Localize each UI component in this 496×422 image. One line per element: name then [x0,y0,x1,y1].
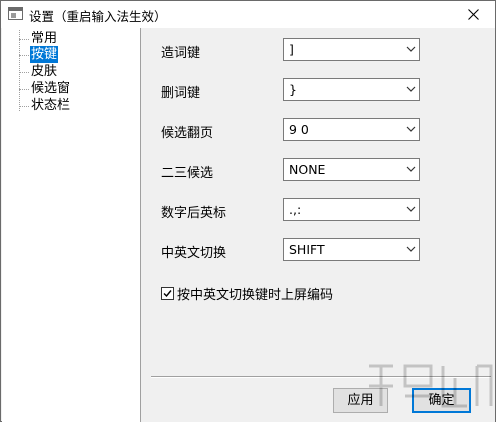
category-tree: 常用 按键 皮肤 候选窗 状态栏 [2,28,141,422]
ok-button[interactable]: 确定 [412,388,471,413]
word-create-key-select[interactable]: ] [283,38,420,61]
tree-item-skin[interactable]: 皮肤 [30,63,58,80]
chevron-down-icon [406,206,416,212]
cn-en-switch-key-select[interactable]: SHIFT [283,238,420,261]
chevron-down-icon [406,86,416,92]
chevron-down-icon [406,46,416,52]
divider [151,376,491,378]
tree-connector [19,39,29,40]
page-turn-key-select[interactable]: 9 0 [283,118,420,141]
window-title: 设置（重启输入法生效） [29,9,167,24]
checkmark-icon [163,290,172,298]
tree-item-candidate-window[interactable]: 候选窗 [30,80,71,97]
tree-item-keys[interactable]: 按键 [30,46,59,63]
setting-label: 删词键 [161,86,201,101]
select-value: } [289,82,297,97]
keys-settings-panel: 造词键 ] 删词键 } 候选翻页 9 0 二三候选 NONE 数字后英标 .,:… [141,28,495,422]
apply-button[interactable]: 应用 [333,388,388,413]
chevron-down-icon [406,246,416,252]
setting-label: 二三候选 [161,166,214,181]
tree-connector [19,72,29,73]
select-value: ] [289,42,294,57]
word-delete-key-select[interactable]: } [283,78,420,101]
second-third-candidate-select[interactable]: NONE [283,158,420,181]
tree-connector [19,30,20,111]
chevron-down-icon [406,126,416,132]
tree-item-general[interactable]: 常用 [30,30,58,47]
commit-code-on-switch-option[interactable]: 按中英文切换键时上屏编码 [161,284,333,303]
select-value: .,: [289,202,302,217]
setting-label: 中英文切换 [161,246,227,261]
checkbox-label: 按中英文切换键时上屏编码 [177,288,334,303]
close-button[interactable] [451,1,495,28]
tree-connector [19,55,29,56]
settings-dialog: 设置（重启输入法生效） 常用 按键 皮肤 候选窗 状态栏 造词键 ] 删词键 } [0,0,496,422]
tree-connector [19,89,29,90]
setting-label: 数字后英标 [161,206,227,221]
setting-label: 造词键 [161,46,201,61]
setting-label: 候选翻页 [161,126,214,141]
app-icon [8,7,23,20]
select-value: NONE [289,162,326,177]
tree-connector [19,106,29,107]
commit-code-checkbox[interactable] [161,287,174,300]
select-value: 9 0 [289,122,309,137]
punctuation-after-digit-select[interactable]: .,: [283,198,420,221]
close-icon [467,9,479,20]
tree-item-status-bar[interactable]: 状态栏 [30,97,71,114]
chevron-down-icon [406,166,416,172]
select-value: SHIFT [289,242,325,257]
title-bar: 设置（重启输入法生效） [1,1,495,28]
